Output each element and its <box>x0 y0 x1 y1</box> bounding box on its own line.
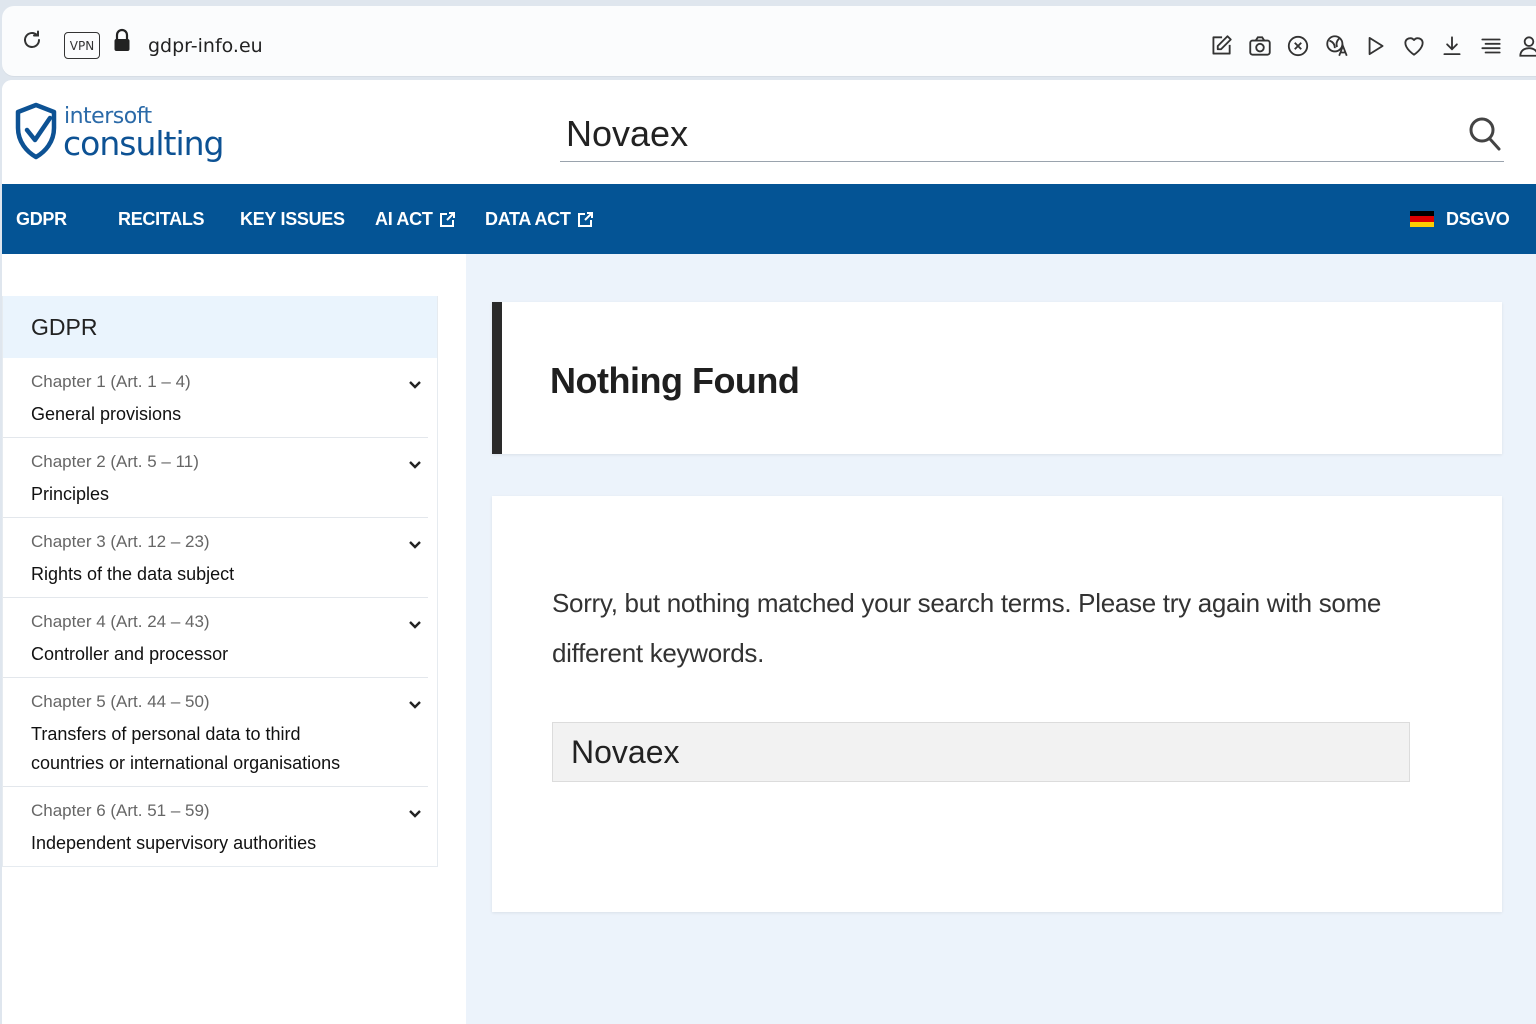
browser-toolbar: VPN gdpr-info.eu <box>2 6 1536 76</box>
logo[interactable]: intersoft consulting <box>14 102 224 164</box>
chapter-number: Chapter 6 (Art. 51 – 59) <box>31 801 210 820</box>
nav-item-key-issues[interactable]: KEY ISSUES <box>240 184 345 254</box>
main-content: Nothing Found Sorry, but nothing matched… <box>466 254 1536 1024</box>
chapter-name: Controller and processor <box>31 644 229 664</box>
page-title: Nothing Found <box>550 360 800 401</box>
chapter-name: Rights of the data subject <box>31 564 235 584</box>
play-icon[interactable] <box>1362 33 1388 59</box>
profile-icon[interactable] <box>1516 33 1536 59</box>
external-link-icon <box>577 211 593 227</box>
nav-item-data-act[interactable]: DATA ACT <box>485 184 594 254</box>
no-results-message: Sorry, but nothing matched your search t… <box>552 588 1382 668</box>
search-input[interactable] <box>552 722 1410 782</box>
chapter-name: Transfers of personal data to third coun… <box>31 724 341 773</box>
sidebar-chapter-2[interactable]: Chapter 2 (Art. 5 – 11) Principles <box>3 438 428 518</box>
translate-icon[interactable] <box>1324 33 1350 59</box>
chapter-name: Independent supervisory authorities <box>31 833 317 853</box>
header-search <box>560 108 1504 162</box>
external-link-icon <box>439 211 455 227</box>
search-icon[interactable] <box>1468 116 1502 152</box>
results-card: Sorry, but nothing matched your search t… <box>492 496 1502 912</box>
sidebar-chapter-6[interactable]: Chapter 6 (Art. 51 – 59) Independent sup… <box>3 787 428 866</box>
sidebar-chapter-3[interactable]: Chapter 3 (Art. 12 – 23) Rights of the d… <box>3 518 428 598</box>
header-search-input[interactable] <box>566 112 1446 156</box>
sidebar-chapter-5[interactable]: Chapter 5 (Art. 44 – 50) Transfers of pe… <box>3 678 428 787</box>
german-flag-icon <box>1410 211 1434 227</box>
main-nav: GDPR RECITALS KEY ISSUES AI ACT DATA ACT… <box>2 184 1536 254</box>
logo-text-bottom: consulting <box>63 124 224 163</box>
sidebar-title: GDPR <box>3 296 437 358</box>
vpn-badge[interactable]: VPN <box>64 32 100 59</box>
chapter-number: Chapter 3 (Art. 12 – 23) <box>31 532 210 551</box>
sidebar-chapter-1[interactable]: Chapter 1 (Art. 1 – 4) General provision… <box>3 358 428 438</box>
edit-icon[interactable] <box>1208 33 1234 59</box>
menu-icon[interactable] <box>1478 33 1504 59</box>
chapter-number: Chapter 5 (Art. 44 – 50) <box>31 692 210 711</box>
chevron-down-icon[interactable] <box>408 620 422 630</box>
lock-icon[interactable] <box>112 28 132 54</box>
nav-item-gdpr[interactable]: GDPR <box>16 184 67 254</box>
chapter-name: Principles <box>31 484 110 504</box>
website: intersoft consulting GDPR RECITALS KEY I… <box>2 80 1536 1024</box>
sidebar-area: GDPR Chapter 1 (Art. 1 – 4) General prov… <box>2 254 466 1024</box>
chapter-number: Chapter 4 (Art. 24 – 43) <box>31 612 210 631</box>
download-icon[interactable] <box>1439 33 1465 59</box>
toolbar-icons <box>1208 32 1536 60</box>
sidebar: GDPR Chapter 1 (Art. 1 – 4) General prov… <box>2 296 438 867</box>
address-bar-url[interactable]: gdpr-info.eu <box>148 35 263 57</box>
chevron-down-icon[interactable] <box>408 380 422 390</box>
chapter-number: Chapter 1 (Art. 1 – 4) <box>31 372 191 391</box>
title-card: Nothing Found <box>492 302 1502 454</box>
site-header: intersoft consulting <box>2 80 1536 184</box>
chapter-name: General provisions <box>31 404 182 424</box>
chevron-down-icon[interactable] <box>408 540 422 550</box>
shield-logo-icon <box>15 102 57 160</box>
nav-item-recitals[interactable]: RECITALS <box>118 184 205 254</box>
heart-icon[interactable] <box>1401 33 1427 59</box>
camera-icon[interactable] <box>1247 33 1273 59</box>
close-circle-icon[interactable] <box>1285 33 1311 59</box>
sidebar-chapter-4[interactable]: Chapter 4 (Art. 24 – 43) Controller and … <box>3 598 428 678</box>
chevron-down-icon[interactable] <box>408 700 422 710</box>
chevron-down-icon[interactable] <box>408 809 422 819</box>
chevron-down-icon[interactable] <box>408 460 422 470</box>
chapter-number: Chapter 2 (Art. 5 – 11) <box>31 452 199 471</box>
nav-item-ai-act[interactable]: AI ACT <box>375 184 456 254</box>
reload-icon[interactable] <box>20 28 44 52</box>
language-switch[interactable]: DSGVO <box>1410 184 1510 254</box>
